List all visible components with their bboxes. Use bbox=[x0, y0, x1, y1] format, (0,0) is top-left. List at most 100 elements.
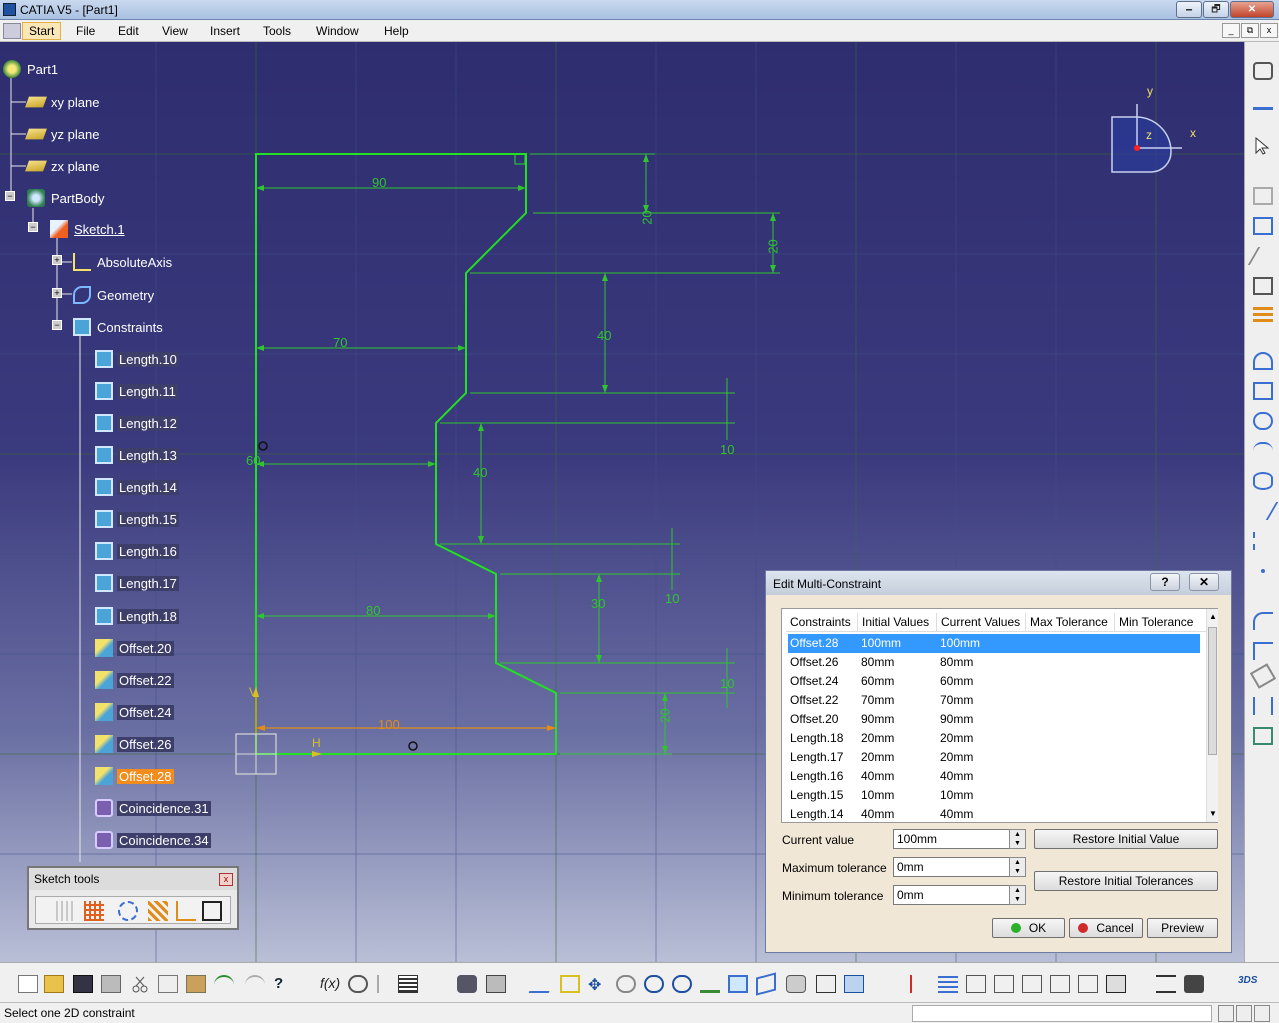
dim-100-selected[interactable]: 100 bbox=[378, 717, 400, 732]
analysis-icon[interactable] bbox=[1106, 975, 1126, 993]
cut-icon[interactable] bbox=[130, 975, 150, 993]
menu-file[interactable]: File bbox=[76, 24, 95, 38]
line-icon[interactable] bbox=[1247, 502, 1279, 520]
command-input[interactable] bbox=[912, 1005, 1212, 1022]
comment-icon[interactable] bbox=[348, 975, 368, 993]
table-row[interactable]: Offset.22 70mm 70mm bbox=[788, 691, 1200, 710]
tree-node-length13[interactable]: Length.13 bbox=[95, 444, 179, 466]
menu-tools[interactable]: Tools bbox=[263, 24, 291, 38]
table-row[interactable]: Length.18 20mm 20mm bbox=[788, 729, 1200, 748]
cancel-button[interactable]: Cancel bbox=[1069, 918, 1143, 938]
scrollbar-thumb[interactable] bbox=[1208, 627, 1217, 755]
sketch-tools-close-button[interactable]: x bbox=[219, 873, 233, 886]
tree-node-sketch1[interactable]: Sketch.1 bbox=[50, 218, 127, 240]
undo-icon[interactable] bbox=[214, 975, 234, 993]
collapse-partbody-toggle[interactable]: − bbox=[5, 191, 15, 201]
measure-icon[interactable] bbox=[1156, 975, 1176, 993]
tree-node-offset24[interactable]: Offset.24 bbox=[95, 701, 174, 723]
tree-node-constraints[interactable]: Constraints bbox=[73, 316, 165, 338]
sketch-grid-icon-1[interactable] bbox=[966, 975, 986, 993]
rectangle-tool-icon[interactable] bbox=[1253, 217, 1273, 235]
dim-70[interactable]: 70 bbox=[333, 335, 347, 350]
col-initial-values[interactable]: Initial Values bbox=[858, 613, 937, 631]
collapse-constraints-toggle[interactable]: − bbox=[52, 320, 62, 330]
tree-node-length12[interactable]: Length.12 bbox=[95, 412, 179, 434]
point-icon[interactable] bbox=[1253, 562, 1273, 580]
table-scrollbar[interactable]: ▲ ▼ bbox=[1206, 609, 1218, 822]
sketch-grid-icon-4[interactable] bbox=[1050, 975, 1070, 993]
print-icon[interactable] bbox=[101, 975, 121, 993]
mdi-restore-button[interactable]: ⧉ bbox=[1241, 23, 1259, 38]
paste-icon[interactable] bbox=[186, 975, 206, 993]
spline-icon[interactable] bbox=[1253, 442, 1273, 460]
formula-icon[interactable]: f(x) bbox=[320, 975, 340, 993]
dialog-close-button[interactable]: ✕ bbox=[1189, 573, 1219, 591]
tree-node-absoluteaxis[interactable]: AbsoluteAxis bbox=[73, 251, 174, 273]
menu-help[interactable]: Help bbox=[384, 24, 409, 38]
corner-icon[interactable] bbox=[1253, 612, 1273, 630]
table-row[interactable]: Length.15 10mm 10mm bbox=[788, 786, 1200, 805]
status-button-2[interactable] bbox=[1236, 1005, 1252, 1022]
menu-window[interactable]: Window bbox=[316, 24, 359, 38]
select-arrow-icon[interactable] bbox=[1253, 136, 1273, 155]
min-tolerance-spinner[interactable]: ▲ ▼ bbox=[1009, 885, 1026, 905]
copy-icon[interactable] bbox=[158, 975, 178, 993]
dim-90[interactable]: 90 bbox=[372, 175, 386, 190]
table-row[interactable]: Length.17 20mm 20mm bbox=[788, 748, 1200, 767]
fit-all-icon[interactable] bbox=[560, 975, 580, 993]
project-3d-icon[interactable] bbox=[1253, 727, 1273, 745]
col-max-tolerance[interactable]: Max Tolerance bbox=[1026, 613, 1115, 631]
catalog-icon[interactable] bbox=[486, 975, 506, 993]
animate-constraint-icon[interactable] bbox=[1253, 304, 1273, 322]
ellipse-icon[interactable] bbox=[1253, 472, 1273, 490]
exit-sketch-icon[interactable] bbox=[1184, 975, 1204, 993]
tree-node-length14[interactable]: Length.14 bbox=[95, 476, 179, 498]
dim-20-top[interactable]: 20 bbox=[640, 210, 655, 224]
sketch-grid-icon-5[interactable] bbox=[1078, 975, 1098, 993]
menu-insert[interactable]: Insert bbox=[210, 24, 240, 38]
tree-node-zx-plane[interactable]: zx plane bbox=[25, 155, 101, 177]
tree-node-yz-plane[interactable]: yz plane bbox=[25, 123, 101, 145]
dim-80[interactable]: 80 bbox=[366, 603, 380, 618]
whats-this-icon[interactable]: ? bbox=[274, 975, 294, 993]
tree-node-offset26[interactable]: Offset.26 bbox=[95, 733, 174, 755]
constraint-icon[interactable] bbox=[1253, 277, 1273, 295]
fly-mode-icon[interactable] bbox=[528, 975, 556, 993]
table-row[interactable]: Length.16 40mm 40mm bbox=[788, 767, 1200, 786]
restore-initial-value-button[interactable]: Restore Initial Value bbox=[1034, 829, 1218, 849]
axis-line-icon[interactable] bbox=[1253, 532, 1273, 550]
scroll-up-icon[interactable]: ▲ bbox=[1209, 612, 1217, 621]
menu-view[interactable]: View bbox=[162, 24, 188, 38]
tree-node-length11[interactable]: Length.11 bbox=[95, 380, 178, 402]
knowledge-icon[interactable] bbox=[377, 975, 397, 993]
profile-tool-icon[interactable] bbox=[1253, 352, 1273, 370]
profile-icon[interactable] bbox=[1253, 187, 1273, 205]
menu-edit[interactable]: Edit bbox=[118, 24, 139, 38]
tree-node-offset20[interactable]: Offset.20 bbox=[95, 637, 174, 659]
mdi-close-button[interactable]: x bbox=[1260, 23, 1278, 38]
table-row[interactable]: Offset.24 60mm 60mm bbox=[788, 672, 1200, 691]
open-icon[interactable] bbox=[44, 975, 64, 993]
tree-node-coincidence31[interactable]: Coincidence.31 bbox=[95, 797, 211, 819]
dim-30[interactable]: 30 bbox=[591, 596, 605, 611]
dim-10-upper[interactable]: 10 bbox=[720, 442, 734, 457]
dim-40-lower[interactable]: 40 bbox=[473, 465, 487, 480]
close-button[interactable]: ✕ bbox=[1230, 1, 1274, 18]
save-icon[interactable] bbox=[73, 975, 93, 993]
dim-20-bottom[interactable]: 20 bbox=[658, 708, 673, 722]
restore-initial-tolerances-button[interactable]: Restore Initial Tolerances bbox=[1034, 871, 1218, 891]
sketch-tools-toolbar[interactable]: Sketch tools x bbox=[27, 866, 239, 930]
col-constraints[interactable]: Constraints bbox=[786, 613, 858, 631]
pan-icon[interactable]: ✥ bbox=[588, 975, 608, 994]
sketcher-icon[interactable] bbox=[1253, 62, 1273, 80]
document-icon[interactable] bbox=[3, 23, 21, 39]
construction-element-icon[interactable] bbox=[118, 901, 138, 921]
automatic-constraints-icon[interactable] bbox=[202, 901, 222, 921]
dialog-help-button[interactable]: ? bbox=[1150, 573, 1180, 591]
current-value-spinner[interactable]: ▲ ▼ bbox=[1009, 829, 1026, 849]
maximize-button[interactable]: 🗗 bbox=[1203, 1, 1229, 18]
table-icon[interactable] bbox=[398, 975, 418, 993]
redo-icon[interactable] bbox=[245, 975, 265, 993]
tree-node-partbody[interactable]: PartBody bbox=[27, 187, 106, 209]
menu-start[interactable]: Start bbox=[22, 22, 62, 40]
